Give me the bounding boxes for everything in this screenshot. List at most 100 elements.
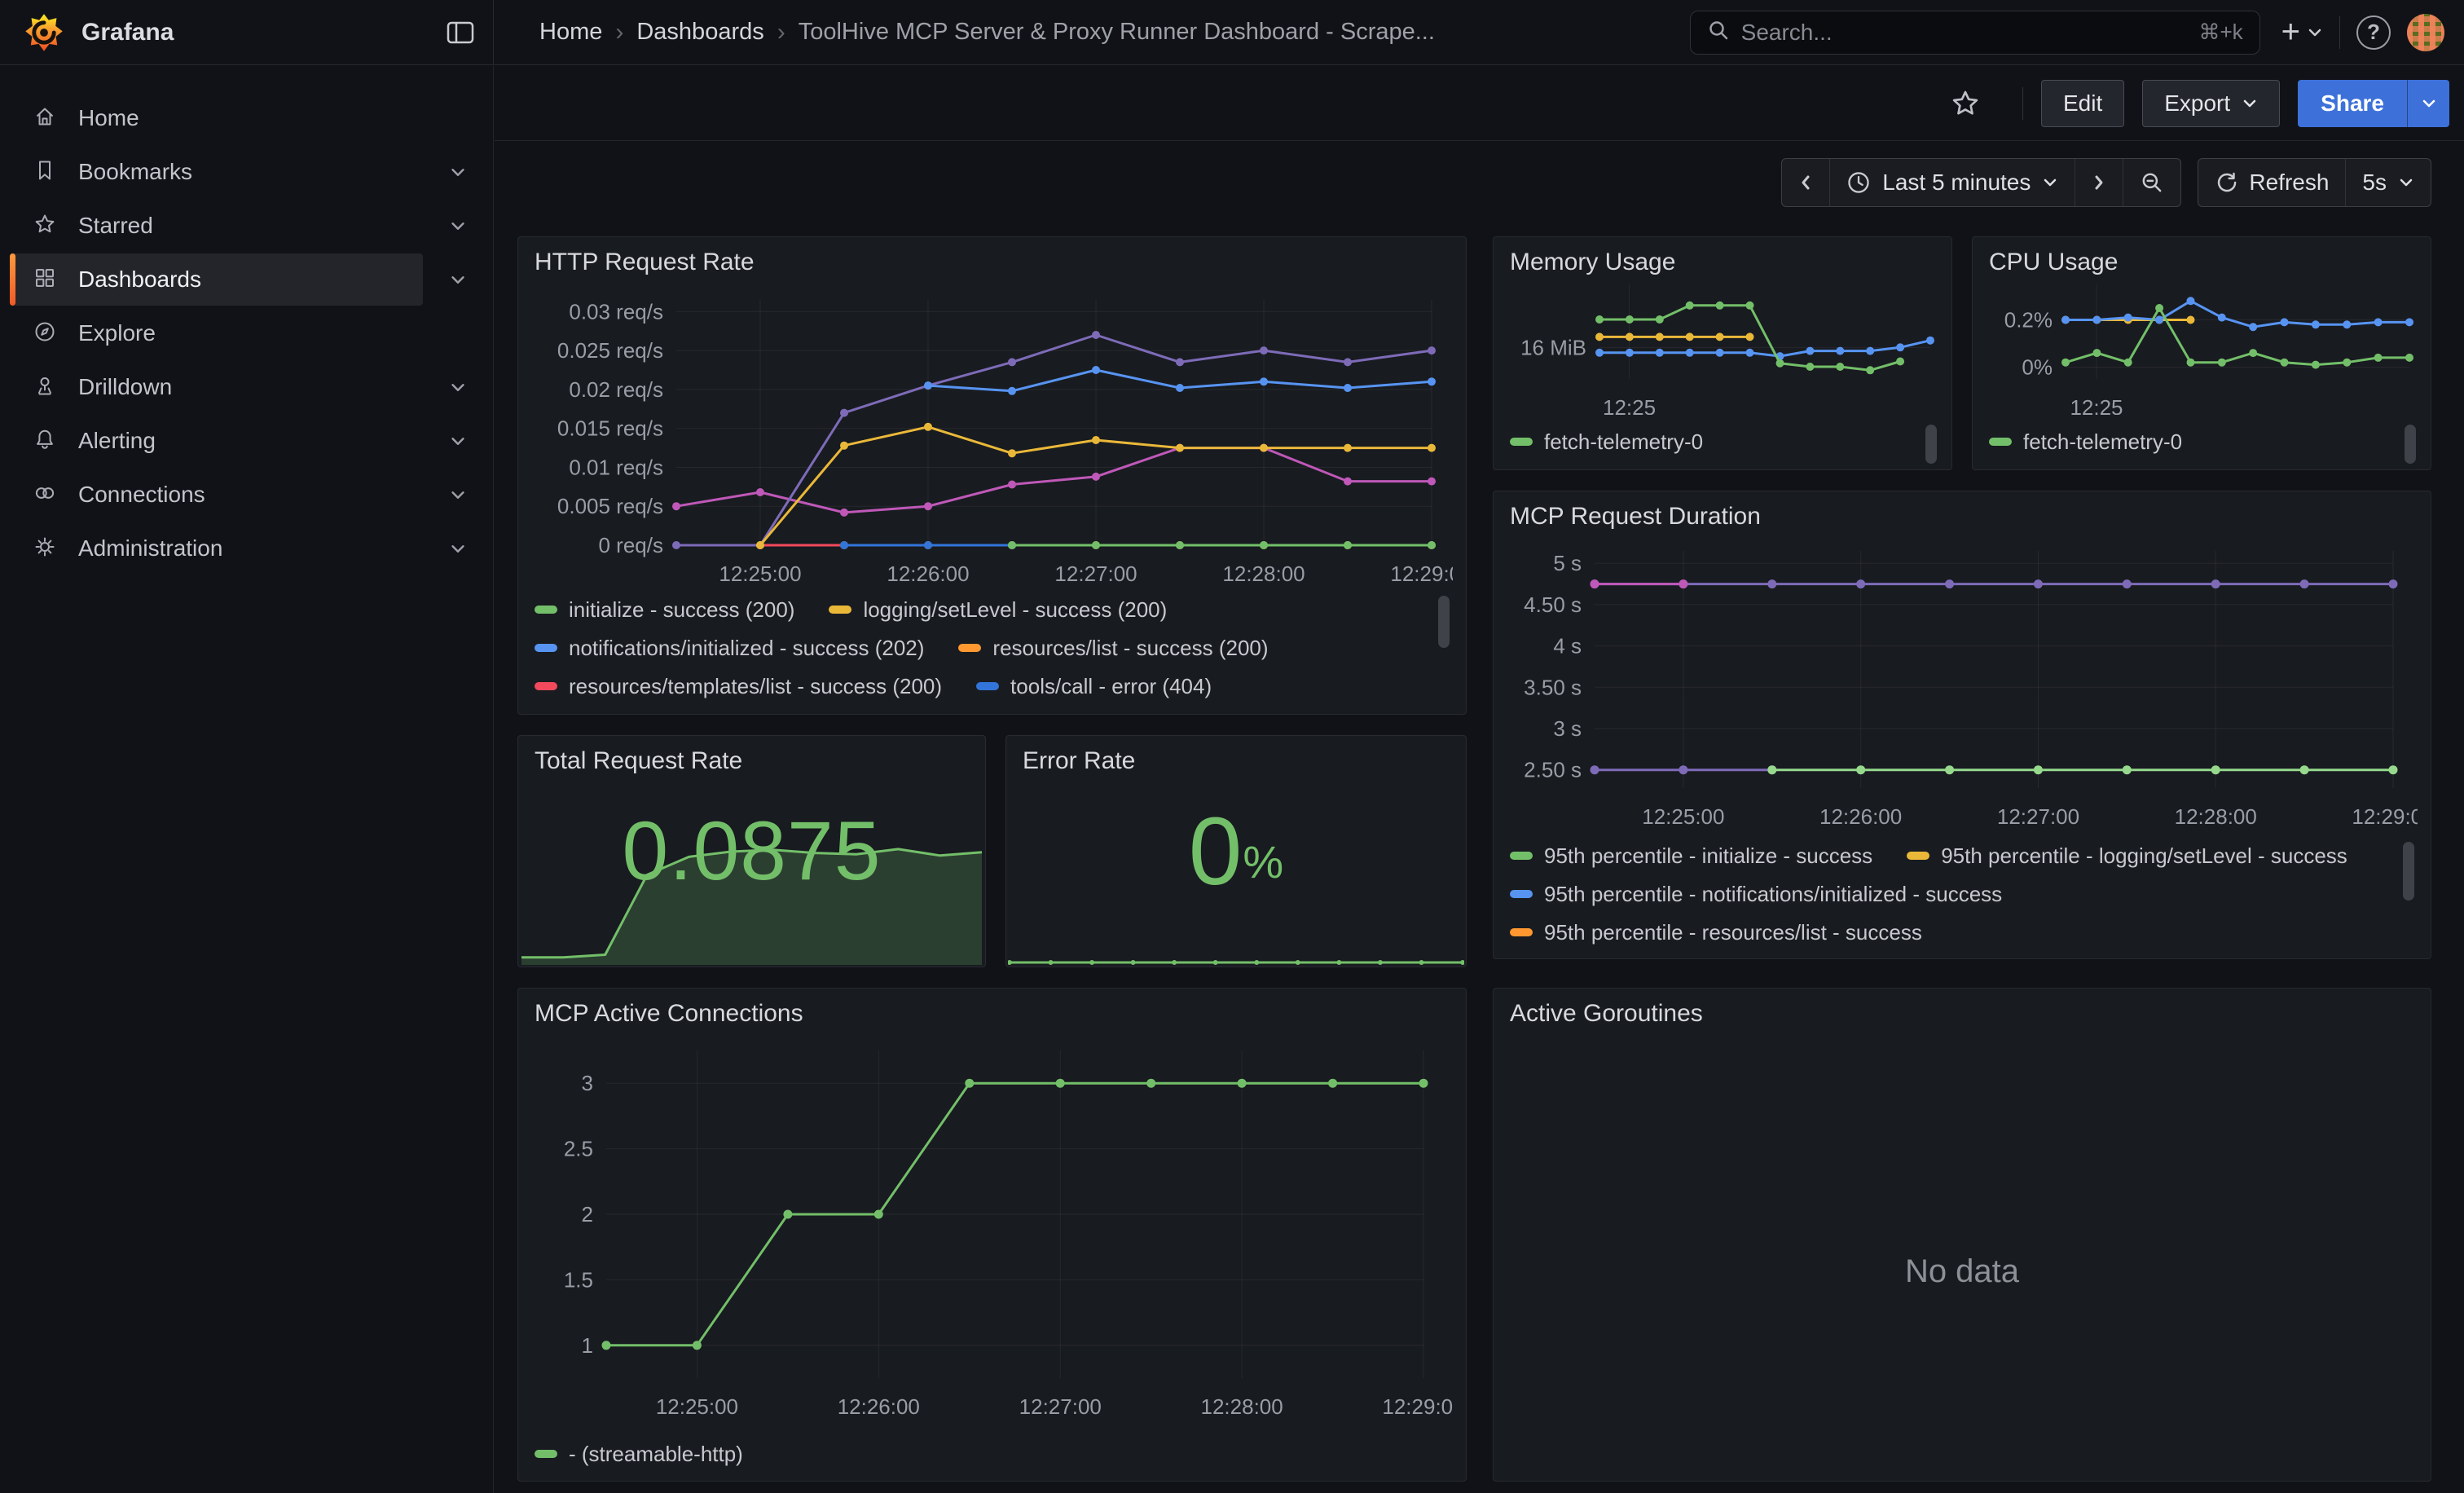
svg-text:12:25:00: 12:25:00 bbox=[719, 562, 801, 586]
user-avatar[interactable] bbox=[2407, 14, 2444, 51]
svg-text:3.50 s: 3.50 s bbox=[1524, 675, 1582, 699]
legend-item[interactable]: notifications/initialized - success (202… bbox=[535, 636, 924, 661]
export-button[interactable]: Export bbox=[2142, 80, 2280, 127]
help-icon[interactable]: ? bbox=[2356, 15, 2391, 50]
chevron-down-icon bbox=[2307, 27, 2323, 38]
series-color-marker bbox=[1510, 852, 1533, 860]
svg-text:0.02 req/s: 0.02 req/s bbox=[569, 377, 663, 402]
grafana-logo-icon[interactable] bbox=[23, 11, 65, 54]
svg-text:12:25: 12:25 bbox=[2070, 395, 2123, 415]
svg-text:3 s: 3 s bbox=[1553, 716, 1582, 741]
zoom-out-icon[interactable] bbox=[2123, 159, 2180, 206]
time-shift-forward-button[interactable] bbox=[2075, 159, 2123, 206]
panel-title[interactable]: Memory Usage bbox=[1510, 249, 1675, 276]
panel-total-request-rate: Total Request Rate 0.0875 bbox=[517, 735, 986, 967]
legend-item[interactable]: tools/call - error (404) bbox=[976, 674, 1212, 699]
sidebar-link-connections[interactable]: Connections bbox=[10, 469, 423, 521]
legend-item[interactable]: 95th percentile - resources/list - succe… bbox=[1510, 920, 1922, 945]
legend-item[interactable]: 95th percentile - logging/setLevel - suc… bbox=[1907, 843, 2347, 869]
sidebar-link-alerting[interactable]: Alerting bbox=[10, 415, 423, 467]
legend-row: fetch-telemetry-0 bbox=[1989, 428, 2395, 456]
http-request-rate-chart[interactable]: 12:25:0012:26:0012:27:0012:28:0012:29:00… bbox=[531, 282, 1453, 589]
chevron-down-icon[interactable] bbox=[423, 415, 493, 467]
scrollbar-thumb[interactable] bbox=[1438, 596, 1450, 648]
legend-item[interactable]: unknown - success (200) bbox=[1132, 712, 1401, 714]
svg-text:4 s: 4 s bbox=[1553, 634, 1582, 658]
legend-item[interactable]: tools/call - success (200) bbox=[535, 712, 802, 714]
chevron-down-icon[interactable] bbox=[423, 253, 493, 306]
svg-text:4.50 s: 4.50 s bbox=[1524, 592, 1582, 617]
legend-label: 95th percentile - logging/setLevel - suc… bbox=[1941, 843, 2347, 869]
dock-menu-icon[interactable] bbox=[446, 20, 475, 46]
sidebar-link-drilldown[interactable]: Drilldown bbox=[10, 361, 423, 413]
sidebar-link-starred[interactable]: Starred bbox=[10, 200, 423, 252]
sidebar-spacer bbox=[423, 92, 493, 144]
cpu-legend: fetch-telemetry-0 bbox=[1989, 423, 2419, 469]
legend-label: 95th percentile - initialize - success bbox=[1544, 843, 1872, 869]
legend-item[interactable]: fetch-telemetry-0 bbox=[1510, 429, 1703, 455]
explore-icon bbox=[33, 319, 57, 348]
refresh-interval-dropdown[interactable]: 5s bbox=[2345, 159, 2431, 206]
legend-label: fetch-telemetry-0 bbox=[2023, 429, 2182, 455]
legend-item[interactable]: tools/list - success (200) bbox=[836, 712, 1098, 714]
scrollbar-thumb[interactable] bbox=[2403, 842, 2414, 901]
cpu-usage-chart[interactable]: 12:250.2%0% bbox=[1979, 275, 2422, 415]
sidebar-link-dashboards[interactable]: Dashboards bbox=[10, 253, 423, 306]
breadcrumb-item[interactable]: Dashboards bbox=[636, 19, 763, 46]
sidebar-item-label: Drilldown bbox=[78, 374, 172, 400]
panel-mcp-active-connections: MCP Active Connections 12:25:0012:26:001… bbox=[517, 988, 1467, 1482]
refresh-button[interactable]: Refresh bbox=[2198, 159, 2345, 206]
memory-usage-chart[interactable]: 12:2516 MiB bbox=[1500, 275, 1943, 415]
svg-text:12:29:00: 12:29:00 bbox=[1390, 562, 1453, 586]
mcp-active-connections-chart[interactable]: 12:25:0012:26:0012:27:0012:28:0012:29:00… bbox=[531, 1037, 1453, 1427]
panel-title[interactable]: CPU Usage bbox=[1989, 249, 2118, 276]
sidebar-link-explore[interactable]: Explore bbox=[10, 307, 423, 359]
panel-title[interactable]: MCP Active Connections bbox=[535, 1000, 803, 1028]
svg-text:12:26:00: 12:26:00 bbox=[1819, 804, 1902, 829]
legend-label: notifications/initialized - success (202… bbox=[569, 636, 924, 661]
clock-icon bbox=[1846, 170, 1871, 195]
svg-text:0.01 req/s: 0.01 req/s bbox=[569, 455, 663, 479]
legend-item[interactable]: 95th percentile - initialize - success bbox=[1510, 843, 1872, 869]
search-input[interactable]: Search... ⌘+k bbox=[1690, 11, 2260, 55]
scrollbar-thumb[interactable] bbox=[2405, 425, 2416, 464]
legend-item[interactable]: - (streamable-http) bbox=[535, 1442, 743, 1467]
legend-label: unknown - success (200) bbox=[1166, 712, 1401, 714]
svg-text:0.015 req/s: 0.015 req/s bbox=[557, 416, 663, 441]
svg-text:12:26:00: 12:26:00 bbox=[887, 562, 969, 586]
breadcrumb-item[interactable]: Home bbox=[539, 19, 602, 46]
time-range-picker[interactable]: Last 5 minutes bbox=[1829, 159, 2075, 206]
legend-item[interactable]: logging/setLevel - success (200) bbox=[829, 597, 1167, 623]
legend-item[interactable]: resources/list - success (200) bbox=[958, 636, 1268, 661]
share-dropdown-button[interactable] bbox=[2407, 80, 2449, 127]
mcp-request-duration-chart[interactable]: 12:25:0012:26:0012:27:0012:28:0012:29:00… bbox=[1507, 536, 2418, 835]
chevron-down-icon[interactable] bbox=[423, 146, 493, 198]
chevron-down-icon[interactable] bbox=[423, 469, 493, 521]
legend-item[interactable]: resources/templates/list - success (200) bbox=[535, 674, 942, 699]
panel-error-rate: Error Rate 0 % bbox=[1005, 735, 1467, 967]
sidebar-link-administration[interactable]: Administration bbox=[10, 522, 423, 575]
share-button[interactable]: Share bbox=[2298, 80, 2407, 127]
svg-text:12:25:00: 12:25:00 bbox=[1642, 804, 1724, 829]
sidebar-link-bookmarks[interactable]: Bookmarks bbox=[10, 146, 423, 198]
scrollbar-thumb[interactable] bbox=[1925, 425, 1937, 464]
time-shift-back-button[interactable] bbox=[1782, 159, 1829, 206]
sidebar: HomeBookmarksStarredDashboardsExplore Dri… bbox=[0, 66, 494, 1493]
chevron-down-icon[interactable] bbox=[423, 361, 493, 413]
legend-item[interactable]: 95th percentile - notifications/initiali… bbox=[1510, 882, 2002, 907]
add-button[interactable]: + bbox=[2281, 14, 2323, 51]
star-icon[interactable] bbox=[1949, 87, 1982, 120]
share-button-group: Share bbox=[2298, 80, 2449, 127]
chevron-down-icon[interactable] bbox=[423, 522, 493, 575]
chevron-down-icon[interactable] bbox=[423, 200, 493, 252]
legend-item[interactable]: initialize - success (200) bbox=[535, 597, 794, 623]
series-color-marker bbox=[976, 682, 999, 690]
panel-title[interactable]: MCP Request Duration bbox=[1510, 503, 1761, 531]
legend-item[interactable]: fetch-telemetry-0 bbox=[1989, 429, 2182, 455]
edit-button[interactable]: Edit bbox=[2041, 80, 2124, 127]
panel-title[interactable]: HTTP Request Rate bbox=[535, 249, 755, 276]
legend-label: tools/call - success (200) bbox=[569, 712, 802, 714]
stat-value: 0.0875 bbox=[623, 804, 882, 899]
svg-text:12:26:00: 12:26:00 bbox=[838, 1394, 920, 1419]
sidebar-link-home[interactable]: Home bbox=[10, 92, 423, 144]
